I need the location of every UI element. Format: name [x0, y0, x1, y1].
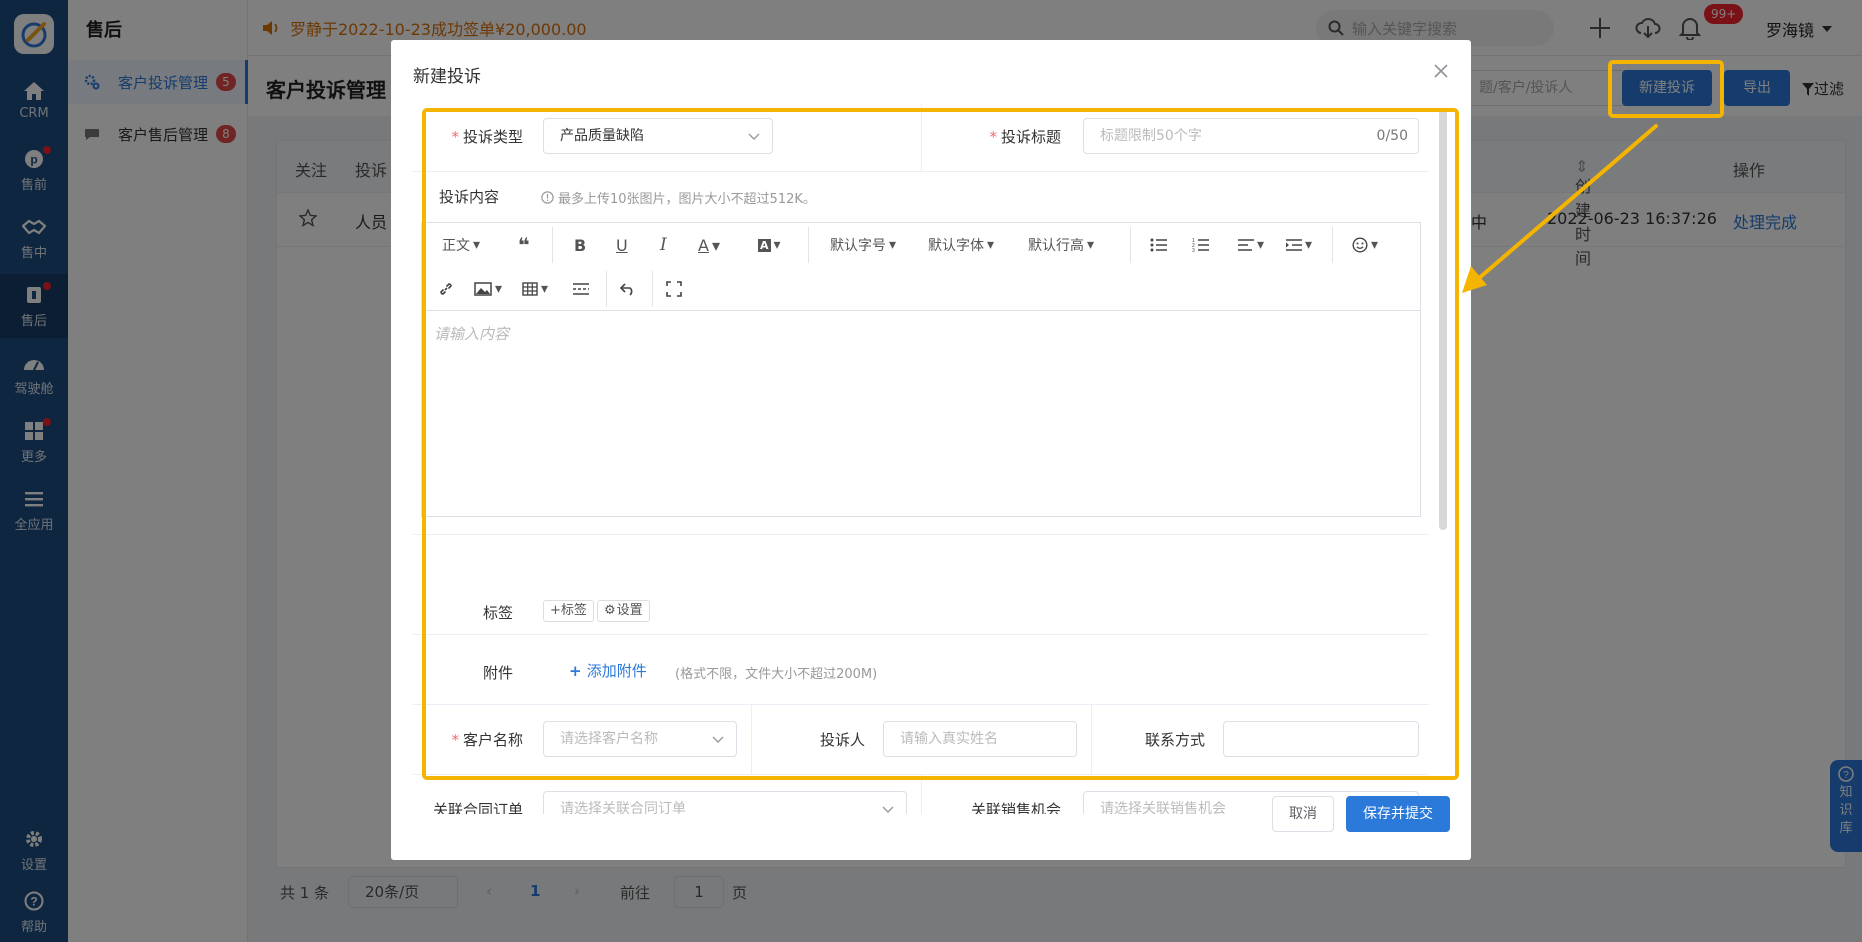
highlight-box [1608, 60, 1724, 118]
save-submit-button[interactable]: 保存并提交 [1346, 796, 1450, 832]
highlight-box [422, 108, 1459, 780]
placeholder: 请选择关联合同订单 [560, 801, 686, 814]
placeholder: 请选择关联销售机会 [1100, 801, 1226, 814]
contract-label: 关联合同订单 [432, 801, 523, 814]
opportunity-label: 关联销售机会 [970, 801, 1061, 814]
divider [921, 775, 922, 814]
dialog-title: 新建投诉 [413, 67, 481, 87]
close-icon[interactable] [1432, 62, 1450, 80]
contract-select[interactable]: 请选择关联合同订单 [543, 791, 907, 814]
cancel-button[interactable]: 取消 [1272, 796, 1334, 832]
chevron-down-icon [882, 804, 894, 814]
